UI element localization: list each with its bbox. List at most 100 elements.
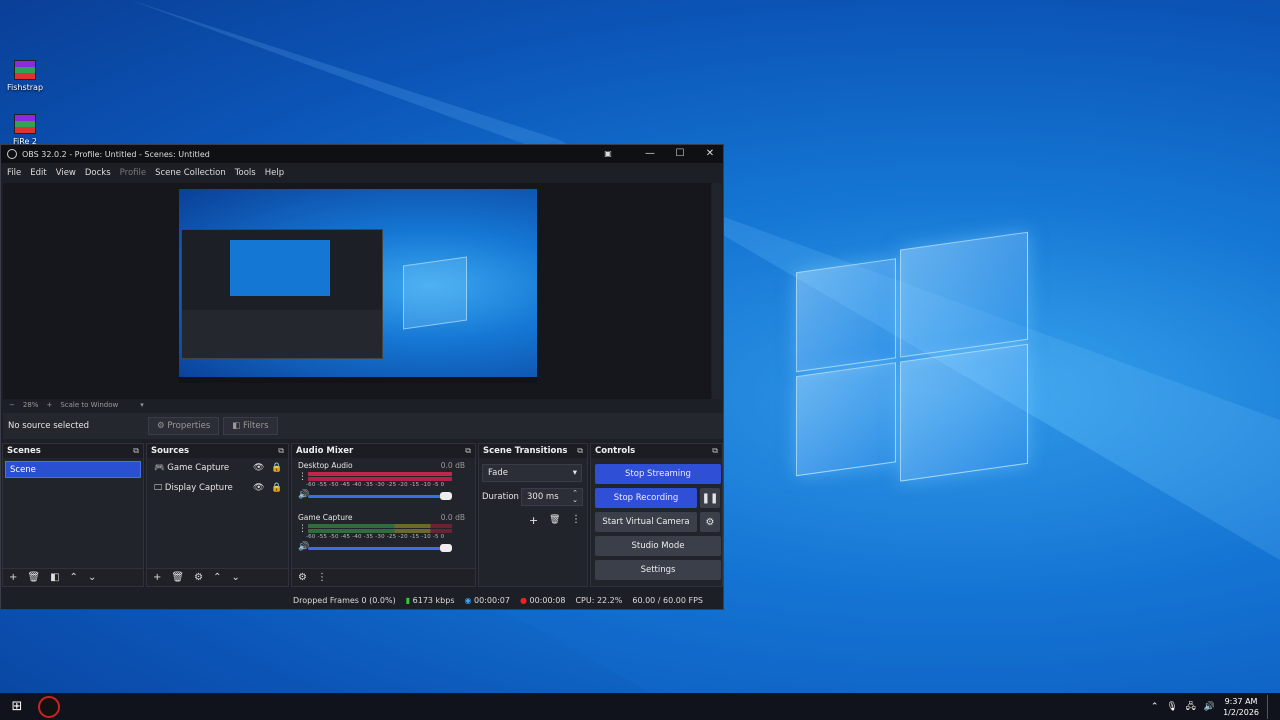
channel-db: 0.0 dB <box>440 461 465 470</box>
properties-button[interactable]: ⚙ Properties <box>148 417 220 435</box>
menu-scene-collection[interactable]: Scene Collection <box>155 168 226 178</box>
menu-file[interactable]: File <box>7 168 21 178</box>
chevron-up-icon[interactable]: ⌃ <box>213 572 221 583</box>
eye-icon[interactable]: 👁 <box>253 463 264 473</box>
close-button[interactable]: ✕ <box>695 145 725 163</box>
menu-docks[interactable]: Docks <box>85 168 111 178</box>
window-title: OBS 32.0.2 - Profile: Untitled - Scenes:… <box>22 149 210 159</box>
taskbar: ⊞ ⌃ 🎙 🖧 🔊 9:37 AM 1/2/2026 <box>0 693 1280 720</box>
kebab-menu-icon[interactable]: ⋮ <box>317 572 327 583</box>
start-virtual-camera-button[interactable]: Start Virtual Camera <box>595 512 697 532</box>
scene-item[interactable]: Scene <box>5 461 141 478</box>
zoom-level: 28% <box>22 401 39 409</box>
scale-mode[interactable]: Scale to Window <box>60 401 118 409</box>
source-item-game-capture[interactable]: 🎮 Game Capture 👁 🔒 <box>147 458 288 478</box>
sources-title: Sources <box>151 446 190 456</box>
undock-icon[interactable]: ⧉ <box>712 446 718 456</box>
signal-icon: ▮ <box>405 595 411 605</box>
stepper-icon[interactable]: ⌃ ⌄ <box>572 490 578 504</box>
network-icon[interactable]: 🖧 <box>1186 699 1196 715</box>
undock-icon[interactable]: ⧉ <box>278 446 284 456</box>
clock-date: 1/2/2026 <box>1223 708 1259 717</box>
volume-icon[interactable]: 🔊 <box>1204 702 1215 712</box>
trash-icon[interactable]: 🗑 <box>549 515 560 525</box>
stream-icon: ◉ <box>464 595 472 605</box>
pause-icon: ❚❚ <box>701 492 719 504</box>
microphone-icon[interactable]: 🎙 <box>1166 702 1177 712</box>
zoom-in-button[interactable]: + <box>46 401 52 409</box>
settings-button[interactable]: Settings <box>595 560 721 580</box>
meter-scale: -60 -55 -50 -45 -40 -35 -30 -25 -20 -15 … <box>306 482 445 488</box>
kebab-menu-icon[interactable]: ⋮ <box>298 472 307 482</box>
volume-slider[interactable] <box>308 492 452 500</box>
dropped-frames: Dropped Frames 0 (0.0%) <box>292 595 396 605</box>
trash-icon[interactable]: 🗑 <box>171 572 184 583</box>
undock-icon[interactable]: ⧉ <box>577 446 583 456</box>
sources-dock: Sources ⧉ 🎮 Game Capture 👁 🔒 🖵 Display Ca… <box>146 443 289 587</box>
kebab-menu-icon[interactable]: ⋮ <box>571 514 581 525</box>
chevron-up-icon[interactable]: ⌃ <box>1151 702 1159 712</box>
desktop-icon-fire[interactable]: FiRe 2 <box>2 114 48 146</box>
zoom-bar: − 28% + Scale to Window ▾ <box>3 399 723 411</box>
scenes-dock: Scenes ⧉ Scene + 🗑 ◧ ⌃ ⌄ <box>2 443 144 587</box>
cpu-usage: CPU: 22.2% <box>575 595 623 605</box>
obs-taskbar-icon[interactable] <box>38 695 60 718</box>
chevron-up-icon[interactable]: ⌃ <box>70 572 78 583</box>
add-icon[interactable]: + <box>153 572 161 583</box>
stream-time: ◉ 00:00:07 <box>464 595 510 605</box>
preview-image <box>179 189 537 383</box>
transitions-title: Scene Transitions <box>483 446 568 456</box>
controls-title: Controls <box>595 446 636 456</box>
capture-icon[interactable]: ▣ <box>593 145 623 163</box>
duration-label: Duration <box>482 492 519 502</box>
clock-time: 9:37 AM <box>1224 697 1258 706</box>
undock-icon[interactable]: ⧉ <box>133 446 139 456</box>
lock-icon[interactable]: 🔒 <box>271 463 282 473</box>
chevron-down-icon[interactable]: ⌄ <box>231 572 239 583</box>
menu-profile[interactable]: Profile <box>120 168 146 178</box>
source-item-display-capture[interactable]: 🖵 Display Capture 👁 🔒 <box>147 478 288 498</box>
volume-meter <box>308 524 452 528</box>
trash-icon[interactable]: 🗑 <box>27 572 40 583</box>
start-button[interactable]: ⊞ <box>0 699 34 714</box>
transition-select[interactable]: Fade ▾ <box>482 464 582 482</box>
filters-button[interactable]: ◧ Filters <box>223 417 278 435</box>
preview-canvas[interactable] <box>3 183 711 399</box>
add-icon[interactable]: + <box>529 514 538 527</box>
add-icon[interactable]: + <box>9 572 17 583</box>
desktop-icon-fishstrap[interactable]: Fishstrap <box>2 60 48 92</box>
lock-icon[interactable]: 🔒 <box>271 483 282 493</box>
pause-recording-button[interactable]: ❚❚ <box>700 488 720 508</box>
stop-recording-button[interactable]: Stop Recording <box>595 488 697 508</box>
kebab-menu-icon[interactable]: ⋮ <box>298 524 307 534</box>
volume-slider[interactable] <box>308 544 452 552</box>
minimize-button[interactable]: — <box>635 145 665 163</box>
menu-help[interactable]: Help <box>265 168 284 178</box>
advanced-audio-icon[interactable]: ⚙ <box>298 572 307 583</box>
maximize-button[interactable]: ☐ <box>665 145 695 163</box>
winrar-icon <box>14 114 36 134</box>
zoom-out-button[interactable]: − <box>9 401 15 409</box>
undock-icon[interactable]: ⧉ <box>465 446 471 456</box>
record-time: ● 00:00:08 <box>519 595 566 605</box>
preview-scrollbar[interactable] <box>712 183 722 399</box>
show-desktop-button[interactable] <box>1267 695 1270 719</box>
title-bar[interactable]: OBS 32.0.2 - Profile: Untitled - Scenes:… <box>1 145 723 163</box>
chevron-down-icon[interactable]: ▾ <box>140 401 144 409</box>
menu-view[interactable]: View <box>56 168 76 178</box>
virtual-camera-settings-button[interactable]: ⚙ <box>700 512 720 532</box>
studio-mode-button[interactable]: Studio Mode <box>595 536 721 556</box>
nested-obs-preview <box>181 229 383 359</box>
windows-logo <box>796 231 1028 509</box>
filter-icon[interactable]: ◧ <box>50 572 59 583</box>
chevron-down-icon[interactable]: ⌄ <box>88 572 96 583</box>
filter-icon: ◧ <box>232 421 244 431</box>
eye-icon[interactable]: 👁 <box>253 483 264 493</box>
clock[interactable]: 9:37 AM 1/2/2026 <box>1223 696 1259 718</box>
menu-tools[interactable]: Tools <box>235 168 256 178</box>
gear-icon[interactable]: ⚙ <box>194 572 203 583</box>
menu-edit[interactable]: Edit <box>30 168 46 178</box>
duration-spinbox[interactable]: 300 ms ⌃ ⌄ <box>521 488 583 506</box>
stop-streaming-button[interactable]: Stop Streaming <box>595 464 721 484</box>
controls-dock: Controls ⧉ Stop Streaming Stop Recording … <box>590 443 723 587</box>
